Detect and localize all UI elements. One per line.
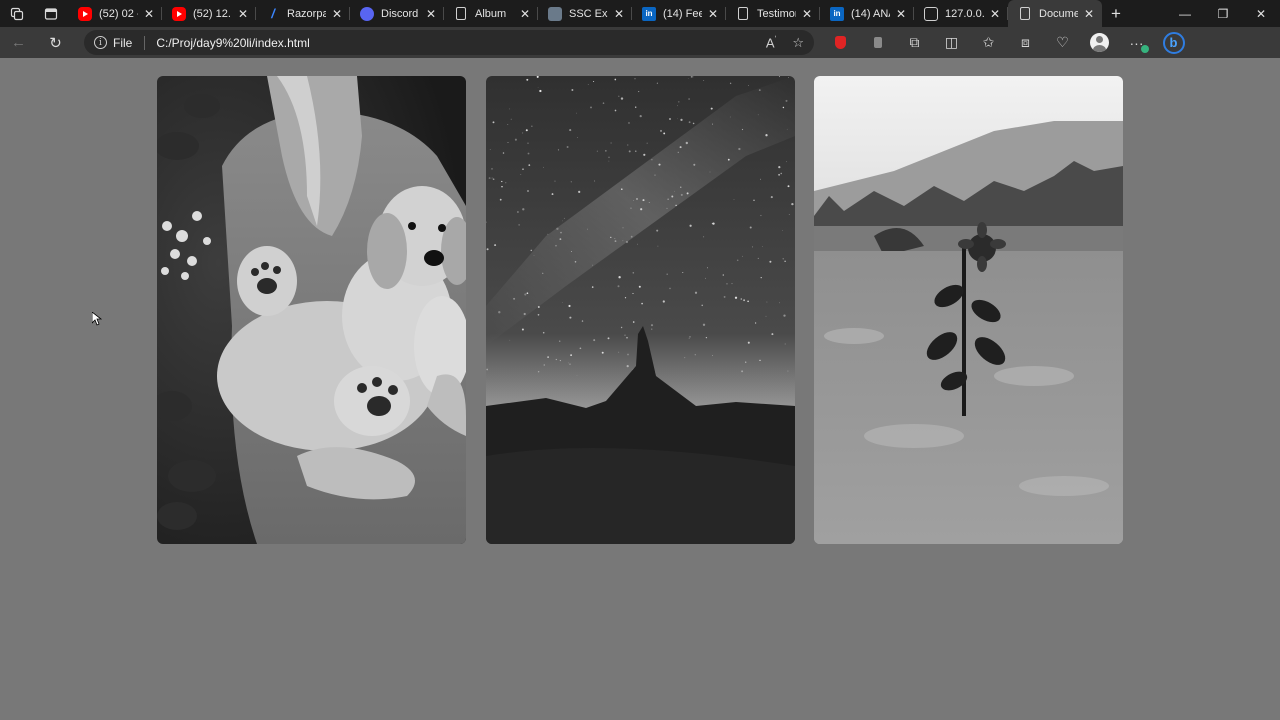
page-icon (456, 7, 466, 20)
close-icon[interactable]: ✕ (236, 7, 250, 21)
tab-actions-icon[interactable] (34, 0, 68, 27)
gray-extension-icon (873, 37, 882, 48)
collections-icon: ⧈ (1021, 34, 1030, 50)
night-sky-rock-spire-photo (486, 76, 795, 544)
linkedin-icon: in (830, 6, 844, 21)
close-icon[interactable]: ✕ (988, 7, 1002, 21)
address-bar[interactable]: i File C:/Proj/day9%20li/index.html Aʼ ☆ (84, 30, 814, 55)
split-screen-button[interactable]: ◫ (933, 27, 970, 58)
extensions-button[interactable]: ⧉ (896, 27, 933, 58)
close-icon[interactable]: ✕ (330, 7, 344, 21)
back-button[interactable]: ← (0, 27, 37, 58)
red-extension-button[interactable] (822, 27, 859, 58)
extensions-toolbar: ⧉ ◫ ✩ ⧈ ♡ ··· b (822, 27, 1192, 58)
restore-button[interactable]: ❐ (1204, 0, 1242, 27)
tab-razorpay[interactable]: / Razorpay ✕ (256, 0, 350, 27)
tab-title: Discord | (381, 7, 420, 20)
ssc-icon (548, 6, 562, 21)
heart-pulse-icon: ♡ (1056, 34, 1069, 50)
avatar (1090, 33, 1109, 52)
bing-icon: b (1162, 31, 1185, 54)
red-extension-icon (835, 36, 846, 49)
favorites-button[interactable]: ✩ (970, 27, 1007, 58)
tab-linkedin-ana[interactable]: in (14) ANA ✕ (820, 0, 914, 27)
read-aloud-icon[interactable]: Aʼ (766, 35, 776, 51)
url-text[interactable]: C:/Proj/day9%20li/index.html (156, 36, 309, 50)
copilot-button[interactable]: b (1155, 27, 1192, 58)
split-screen-icon: ◫ (944, 34, 959, 50)
workspaces-icon[interactable] (0, 0, 34, 27)
close-icon[interactable]: ✕ (1082, 7, 1096, 21)
page-icon (1020, 7, 1030, 20)
tab-title: (14) ANA (851, 7, 890, 20)
new-tab-button[interactable]: + (1102, 0, 1130, 27)
favorite-star-icon[interactable]: ☆ (792, 35, 804, 51)
page-content (0, 58, 1280, 720)
info-icon[interactable]: i (94, 36, 107, 49)
performance-button[interactable]: ♡ (1044, 27, 1081, 58)
page-icon (738, 7, 748, 20)
close-icon[interactable]: ✕ (424, 7, 438, 21)
tab-title: Razorpay (287, 7, 326, 20)
close-window-button[interactable]: ✕ (1242, 0, 1280, 27)
collections-button[interactable]: ⧈ (1007, 27, 1044, 58)
gray-extension-button[interactable] (859, 27, 896, 58)
close-icon[interactable]: ✕ (706, 7, 720, 21)
refresh-button[interactable]: ↻ (37, 27, 74, 58)
divider (144, 35, 146, 50)
close-icon[interactable]: ✕ (142, 7, 156, 21)
window-controls: — ❐ ✕ (1166, 0, 1280, 27)
tab-title: Docume (1039, 7, 1078, 20)
local-server-icon (924, 6, 938, 21)
youtube-icon (78, 6, 92, 21)
close-icon[interactable]: ✕ (894, 7, 908, 21)
favorites-icon: ✩ (982, 34, 995, 50)
tab-linkedin-feed[interactable]: in (14) Feed ✕ (632, 0, 726, 27)
razorpay-icon: / (271, 6, 275, 21)
tab-testimonials[interactable]: Testimon ✕ (726, 0, 820, 27)
update-badge (1141, 45, 1149, 53)
close-icon[interactable]: ✕ (612, 7, 626, 21)
tab-title: (14) Feed (663, 7, 702, 20)
tab-title: 127.0.0.1 (945, 7, 984, 20)
tab-title: (52) 12. (193, 7, 231, 20)
tab-title: SSC Exar (569, 7, 608, 20)
tab-strip: (52) 02 - ✕ (52) 12. ✕ / Razorpay ✕ Disc… (0, 0, 1280, 27)
tab-title: (52) 02 - (99, 7, 138, 20)
minimize-button[interactable]: — (1166, 0, 1204, 27)
close-icon[interactable]: ✕ (518, 7, 532, 21)
tab-title: Testimon (757, 7, 796, 20)
settings-more-button[interactable]: ··· (1118, 27, 1155, 58)
tab-youtube-2[interactable]: (52) 12. ✕ (162, 0, 256, 27)
tab-localhost[interactable]: 127.0.0.1 ✕ (914, 0, 1008, 27)
girl-with-puppy-photo (157, 76, 466, 544)
tab-album[interactable]: Album ✕ (444, 0, 538, 27)
refresh-icon: ↻ (49, 34, 62, 52)
sunflower-field-photo (814, 76, 1123, 544)
linkedin-icon: in (642, 6, 656, 21)
tab-ssc[interactable]: SSC Exar ✕ (538, 0, 632, 27)
arrow-left-icon: ← (11, 34, 26, 51)
tab-discord[interactable]: Discord | ✕ (350, 0, 444, 27)
mouse-cursor-icon (92, 312, 102, 326)
browser-toolbar: ← ↻ i File C:/Proj/day9%20li/index.html … (0, 27, 1280, 58)
youtube-icon (172, 6, 186, 21)
tab-title: Album (475, 7, 507, 20)
profile-button[interactable] (1081, 27, 1118, 58)
discord-icon (360, 6, 374, 21)
close-icon[interactable]: ✕ (800, 7, 814, 21)
tab-youtube-1[interactable]: (52) 02 - ✕ (68, 0, 162, 27)
puzzle-icon: ⧉ (909, 34, 920, 50)
tab-document-active[interactable]: Docume ✕ (1008, 0, 1102, 27)
file-scheme-label: File (113, 35, 133, 50)
